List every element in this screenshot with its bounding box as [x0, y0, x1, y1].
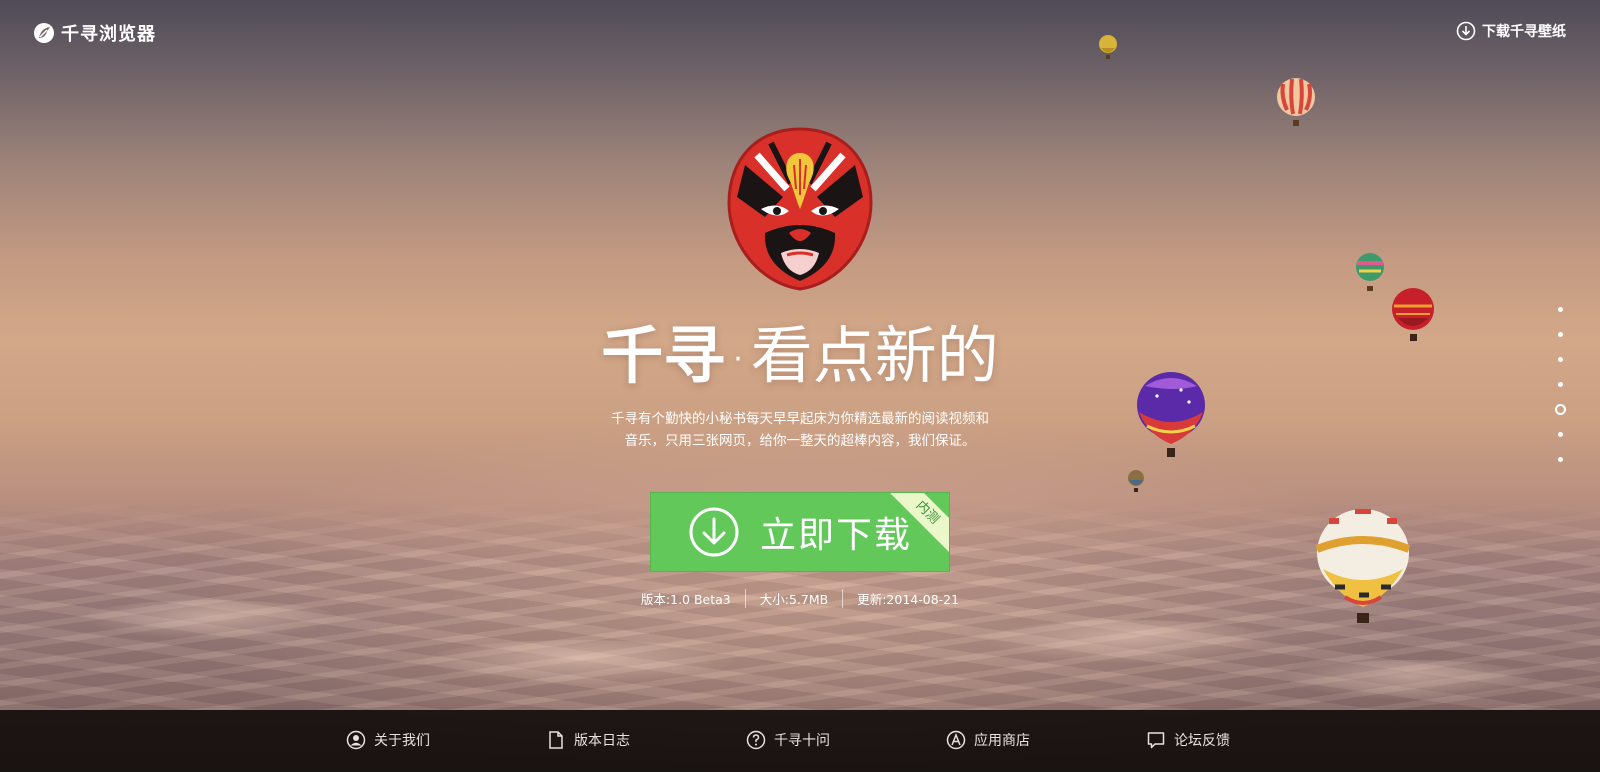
footer-faq[interactable]: 千寻十问 [746, 730, 854, 750]
user-circle-icon [346, 730, 366, 750]
footer-item-label: 应用商店 [974, 733, 1030, 749]
hero-description: 千寻有个勤快的小秘书每天早早起床为你精选最新的阅读视频和 音乐，只用三张网页，给… [550, 408, 1050, 452]
hero-slogan: 千寻 · 看点新的 [0, 320, 1600, 396]
footer-item-label: 论坛反馈 [1174, 733, 1230, 749]
wallpaper-link-label: 下载千寻壁纸 [1482, 24, 1566, 40]
page-dot-1[interactable] [1553, 302, 1567, 316]
dune [1280, 660, 1540, 700]
document-icon [549, 731, 563, 749]
page-indicator [1553, 302, 1567, 477]
page-dot-7[interactable] [1553, 452, 1567, 466]
slogan-text: 看点新的 [750, 319, 999, 392]
description-line: 千寻有个勤快的小秘书每天早早起床为你精选最新的阅读视频和 [611, 411, 989, 427]
slogan-brand: 千寻 [601, 319, 726, 392]
footer-bar: 关于我们 版本日志 千寻十问 应用商店 论坛反馈 [0, 710, 1600, 772]
page-dot-4[interactable] [1553, 377, 1567, 391]
download-circle-icon [689, 507, 739, 557]
dune [420, 640, 740, 686]
page-dot-2[interactable] [1553, 327, 1567, 341]
download-button-label: 立即下载 [759, 515, 912, 556]
download-now-button[interactable]: 立即下载 内测 [650, 492, 950, 572]
page-dot-6[interactable] [1553, 427, 1567, 441]
brand-logo[interactable]: 千寻浏览器 [33, 20, 156, 46]
slogan-separator: · [733, 341, 743, 377]
update-date-info: 更新:2014-08-21 [842, 589, 973, 608]
download-circle-icon [1456, 21, 1476, 41]
description-line: 音乐，只用三张网页，给你一整天的超棒内容，我们保证。 [624, 433, 976, 449]
question-circle-icon [746, 730, 766, 750]
size-info: 大小:5.7MB [744, 589, 842, 608]
footer-item-label: 关于我们 [374, 733, 430, 749]
footer-forum-feedback[interactable]: 论坛反馈 [1146, 730, 1254, 750]
download-wallpaper-link[interactable]: 下载千寻壁纸 [1456, 21, 1566, 41]
leaf-logo-icon [34, 23, 54, 43]
hot-air-balloon-icon [1128, 470, 1144, 492]
footer-app-store[interactable]: 应用商店 [946, 730, 1054, 750]
opera-mask-mascot [727, 127, 873, 291]
app-store-icon [946, 730, 966, 750]
hot-air-balloon-icon [1315, 509, 1411, 623]
footer-about-us[interactable]: 关于我们 [346, 730, 454, 750]
footer-item-label: 千寻十问 [774, 733, 830, 749]
release-info: 版本:1.0 Beta3 大小:5.7MB 更新:2014-08-21 [0, 589, 1600, 608]
version-info: 版本:1.0 Beta3 [640, 592, 731, 607]
dune [980, 620, 1280, 664]
page-dot-5[interactable] [1553, 402, 1567, 416]
hot-air-balloon-icon [1099, 35, 1117, 59]
page-dot-3[interactable] [1553, 352, 1567, 366]
footer-nav: 关于我们 版本日志 千寻十问 应用商店 论坛反馈 [0, 710, 1600, 770]
logo-text: 千寻浏览器 [61, 24, 156, 45]
hot-air-balloon-icon [1356, 253, 1384, 291]
footer-item-label: 版本日志 [574, 733, 630, 749]
footer-changelog[interactable]: 版本日志 [546, 730, 654, 750]
hot-air-balloon-icon [1277, 78, 1315, 126]
chat-bubble-icon [1147, 732, 1165, 749]
